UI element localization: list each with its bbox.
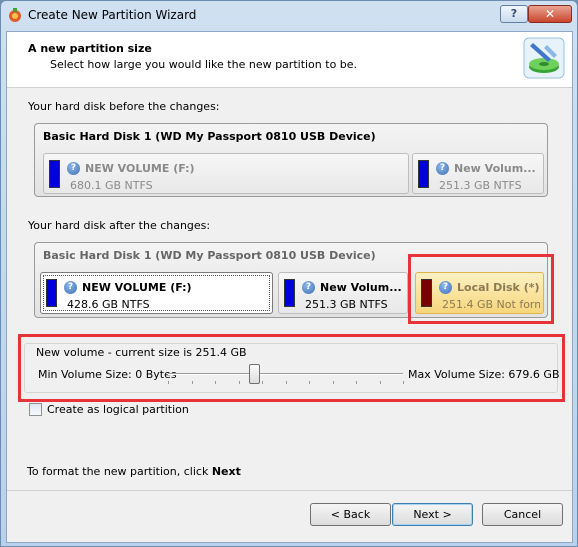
slider-tick — [332, 381, 334, 384]
after-changes-label: Your hard disk after the changes: — [28, 219, 211, 232]
highlight-new-partition — [408, 254, 554, 324]
volume-name: New Volum... — [454, 162, 536, 175]
before-volume-2[interactable]: ? New Volum... 251.3 GB NTFS — [412, 153, 544, 194]
max-volume-size-label: Max Volume Size: 679.6 GB — [408, 368, 560, 381]
logical-partition-label[interactable]: Create as logical partition — [47, 403, 189, 416]
window-title: Create New Partition Wizard — [28, 8, 197, 22]
wizard-client-area: A new partition size Select how large yo… — [6, 31, 573, 543]
volume-size: 251.3 GB NTFS — [439, 179, 522, 192]
volume-name: NEW VOLUME (F:) — [85, 162, 195, 175]
disk-after-title: Basic Hard Disk 1 (WD My Passport 0810 U… — [43, 249, 376, 262]
size-slider-track[interactable] — [168, 373, 403, 375]
question-icon: ? — [302, 281, 315, 294]
size-slider-thumb[interactable] — [249, 364, 261, 384]
volume-name: NEW VOLUME (F:) — [82, 281, 192, 294]
current-size-caption: New volume - current size is 251.4 GB — [36, 346, 247, 359]
question-icon: ? — [64, 281, 77, 294]
footer-next-emphasis: Next — [211, 465, 241, 478]
page-title: A new partition size — [28, 42, 152, 55]
next-button[interactable]: Next > — [392, 503, 473, 526]
slider-tick — [285, 381, 287, 384]
wizard-header: A new partition size Select how large yo… — [7, 32, 572, 88]
help-button[interactable]: ? — [500, 5, 528, 23]
before-changes-label: Your hard disk before the changes: — [28, 100, 220, 113]
back-button[interactable]: < Back — [310, 503, 391, 526]
disk-wizard-icon — [523, 37, 565, 79]
disk-before-title: Basic Hard Disk 1 (WD My Passport 0810 U… — [43, 130, 376, 143]
after-volume-1[interactable]: ? NEW VOLUME (F:) 428.6 GB NTFS — [40, 272, 273, 314]
slider-tick — [168, 381, 169, 384]
slider-tick — [238, 381, 240, 384]
slider-tick — [403, 381, 404, 384]
slider-tick — [379, 381, 381, 384]
footer-text: To format the new partition, click — [27, 465, 212, 478]
disk-before-panel: Basic Hard Disk 1 (WD My Passport 0810 U… — [34, 123, 548, 197]
after-volume-2[interactable]: ? New Volum... 251.3 GB NTFS — [278, 272, 408, 314]
volume-color-bar — [46, 279, 57, 307]
slider-tick — [191, 381, 193, 384]
footer-divider — [7, 490, 572, 491]
logical-partition-checkbox[interactable] — [29, 403, 42, 416]
slider-tick — [262, 381, 263, 384]
wizard-window: Create New Partition Wizard ? ✕ A new pa… — [0, 0, 578, 547]
volume-color-bar — [284, 279, 295, 307]
volume-size: 428.6 GB NTFS — [67, 298, 150, 311]
volume-color-bar — [49, 160, 60, 188]
partition-wizard-app-icon — [9, 8, 21, 22]
footer-instruction: To format the new partition, click Next — [27, 465, 241, 478]
before-volume-1[interactable]: ? NEW VOLUME (F:) 680.1 GB NTFS — [43, 153, 409, 194]
close-button[interactable]: ✕ — [528, 5, 572, 23]
cancel-button[interactable]: Cancel — [482, 503, 563, 526]
volume-color-bar — [418, 160, 429, 188]
question-icon: ? — [436, 162, 449, 175]
volume-size: 680.1 GB NTFS — [70, 179, 153, 192]
min-volume-size-label: Min Volume Size: 0 Bytes — [38, 368, 177, 381]
title-bar[interactable]: Create New Partition Wizard ? ✕ — [1, 1, 577, 31]
slider-tick — [356, 381, 357, 384]
page-subtitle: Select how large you would like the new … — [50, 58, 358, 71]
slider-tick — [215, 381, 216, 384]
volume-name: New Volum... — [320, 281, 402, 294]
volume-size: 251.3 GB NTFS — [305, 298, 388, 311]
question-icon: ? — [67, 162, 80, 175]
slider-tick — [309, 381, 310, 384]
